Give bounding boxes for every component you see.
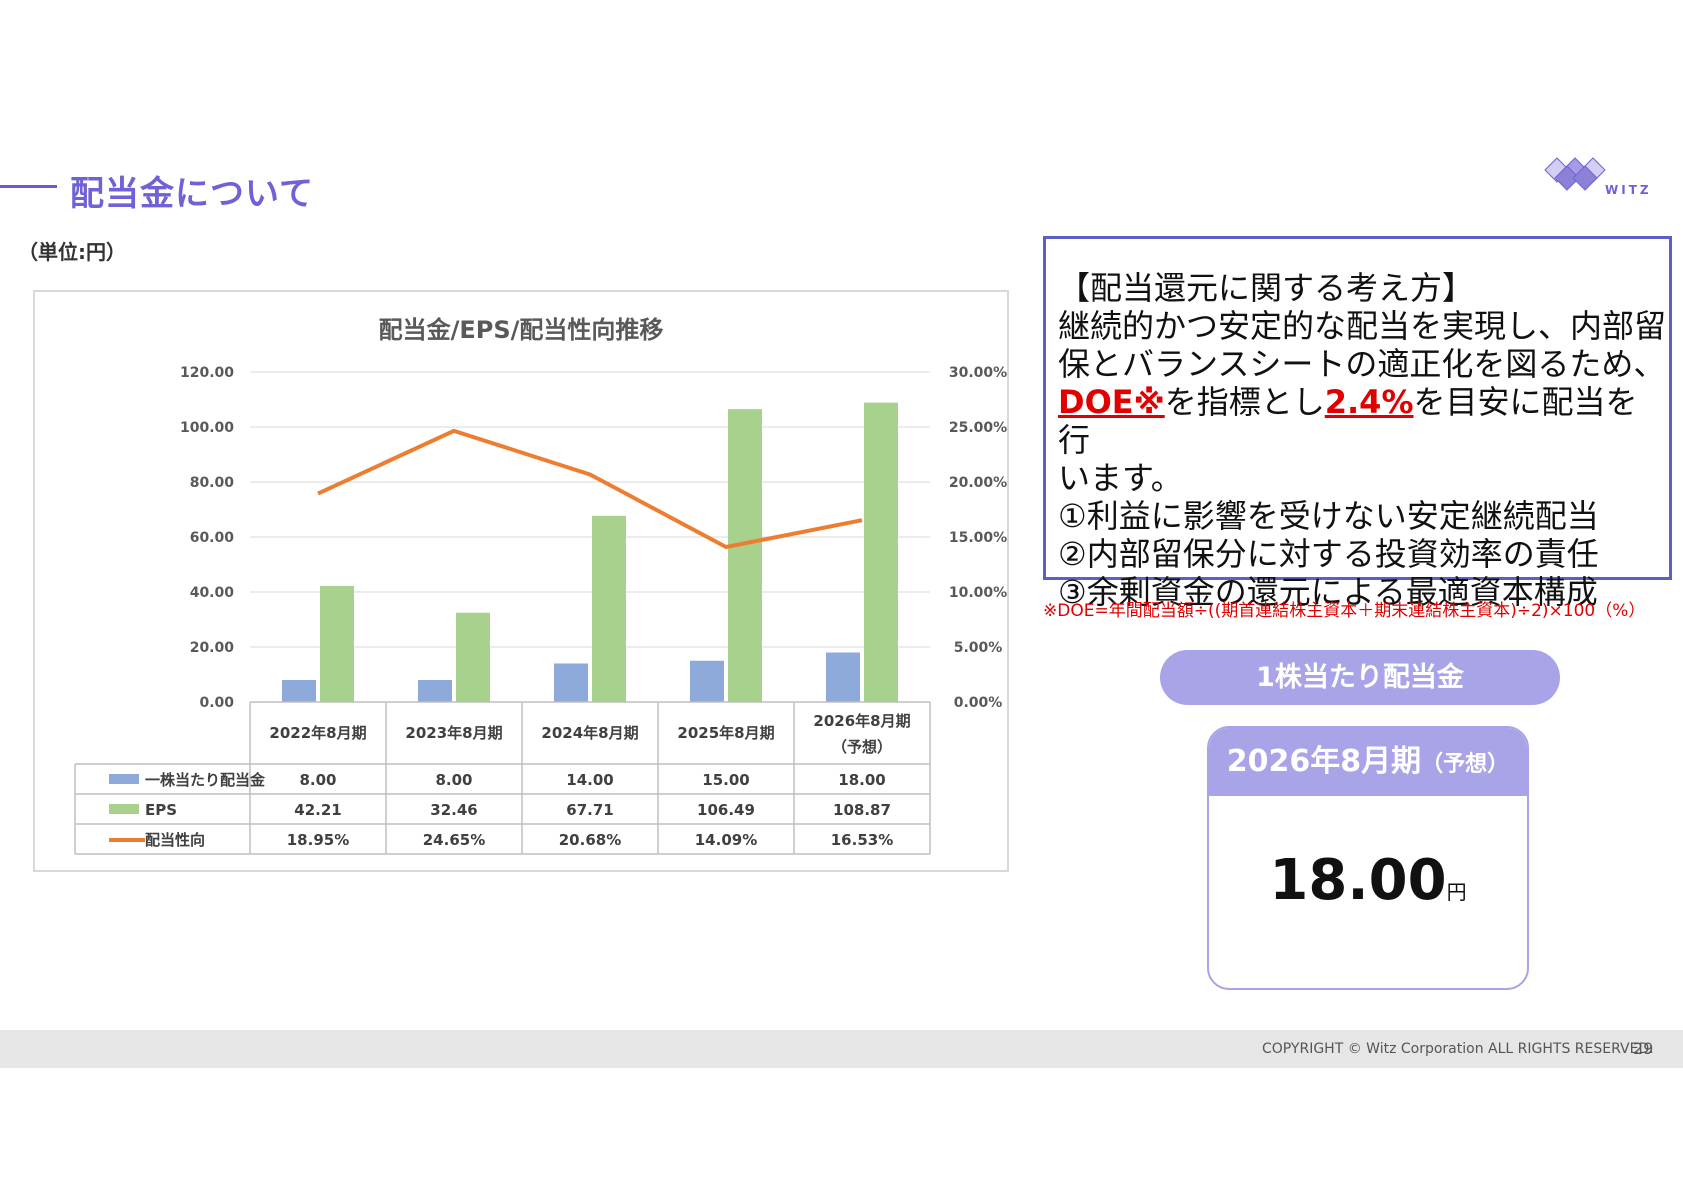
data-label: 15.00 — [702, 771, 749, 789]
copyright: COPYRIGHT © Witz Corporation ALL RIGHTS … — [1262, 1041, 1654, 1057]
eps-bar — [592, 515, 626, 702]
eps-bar — [456, 612, 490, 702]
y-left-tick-label: 80.00 — [190, 475, 235, 491]
forecast-period: 2026年8月期 — [1226, 744, 1422, 779]
legend-label: 一株当たり配当金 — [145, 771, 266, 789]
y-left-tick-label: 40.00 — [190, 585, 235, 601]
y-right-tick-label: 25.00% — [949, 420, 1007, 436]
payout-ratio-line — [317, 428, 863, 550]
doe-term: DOE※ — [1058, 383, 1165, 421]
eps-bar — [728, 409, 762, 702]
data-label: 18.95% — [287, 831, 349, 849]
category-label: 2025年8月期 — [677, 724, 774, 742]
y-left-tick-label: 120.00 — [180, 365, 234, 381]
dividend-bar — [554, 663, 588, 702]
data-label: 24.65% — [423, 831, 485, 849]
data-label: 18.00 — [838, 771, 885, 789]
y-right-tick-label: 10.00% — [949, 585, 1007, 601]
forecast-value: 18.00 — [1269, 848, 1447, 913]
chart-frame: 配当金/EPS/配当性向推移 0.00 20.00 40.00 60.00 80.00 1… — [33, 290, 1009, 872]
category-label: 2026年8月期 — [813, 712, 910, 730]
dividend-bar — [418, 680, 452, 702]
category-label: 2022年8月期 — [269, 724, 366, 742]
y-left-tick-label: 20.00 — [190, 640, 235, 656]
data-label: 20.68% — [559, 831, 621, 849]
forecast-unit: 円 — [1446, 880, 1467, 904]
policy-text: 【配当還元に関する考え方】 継続的かつ安定的な配当を実現し、内部留 保とバランス… — [1058, 269, 1669, 611]
data-label: 16.53% — [831, 831, 893, 849]
title-accent-line — [0, 185, 57, 188]
policy-line: います。 — [1058, 459, 1183, 497]
policy-line-doe: DOE※を指標とし2.4%を目安に配当を行 — [1058, 383, 1669, 459]
policy-line: 保とバランスシートの適正化を図るため、 — [1058, 345, 1666, 383]
policy-heading: 【配当還元に関する考え方】 — [1058, 269, 1475, 307]
eps-bar — [864, 402, 898, 702]
page-number: 29 — [1633, 1039, 1654, 1058]
category-sublabel: （予想） — [832, 738, 892, 756]
forecast-card-header: 2026年8月期（予想） — [1209, 728, 1527, 796]
legend-label: 配当性向 — [145, 831, 205, 849]
dividend-bar — [282, 680, 316, 702]
policy-point-1: ①利益に影響を受けない安定継続配当 — [1058, 497, 1599, 535]
category-label: 2024年8月期 — [541, 724, 638, 742]
data-label: 32.46 — [430, 801, 477, 819]
page-title: 配当金について — [70, 174, 314, 214]
forecast-card: 2026年8月期（予想） 18.00円 — [1207, 726, 1529, 990]
data-label: 42.21 — [294, 801, 341, 819]
data-label: 67.71 — [566, 801, 613, 819]
data-label: 8.00 — [299, 771, 336, 789]
doe-target: 2.4% — [1324, 383, 1414, 421]
legend-label: EPS — [145, 801, 177, 819]
legend-swatch — [109, 774, 139, 784]
combo-chart: 0.00 20.00 40.00 60.00 80.00 100.00 120.00 0.00… — [74, 365, 1007, 855]
policy-point-2: ②内部留保分に対する投資効率の責任 — [1058, 535, 1599, 573]
data-label: 14.09% — [695, 831, 757, 849]
forecast-value-block: 18.00円 — [1209, 848, 1527, 913]
policy-fragment: を指標とし — [1164, 383, 1325, 421]
y-left-tick-label: 0.00 — [199, 695, 234, 711]
forecast-suffix: （予想） — [1421, 752, 1510, 777]
logo-text: WITZ — [1605, 183, 1652, 197]
witz-logo: WITZ — [1544, 157, 1652, 197]
data-label: 108.87 — [833, 801, 891, 819]
y-left-tick-label: 60.00 — [190, 530, 235, 546]
dividend-bar — [690, 660, 724, 702]
policy-line: 継続的かつ安定的な配当を実現し、内部留 — [1058, 307, 1667, 345]
data-label: 14.00 — [566, 771, 613, 789]
data-label: 8.00 — [435, 771, 472, 789]
unit-note: （単位:円） — [18, 240, 126, 264]
dividend-per-share-pill: 1株当たり配当金 — [1160, 650, 1560, 705]
doe-footnote: ※DOE=年間配当額÷((期首連結株主資本＋期末連結株主資本)÷2)×100（%… — [1043, 601, 1646, 621]
y-right-tick-label: 15.00% — [949, 530, 1007, 546]
data-label: 106.49 — [697, 801, 755, 819]
y-right-tick-label: 5.00% — [954, 640, 1003, 656]
dividend-policy-box: 【配当還元に関する考え方】 継続的かつ安定的な配当を実現し、内部留 保とバランス… — [1043, 236, 1672, 611]
eps-bar — [320, 585, 354, 702]
category-label: 2023年8月期 — [405, 724, 502, 742]
dividend-bar — [826, 652, 860, 702]
y-right-tick-label: 0.00% — [954, 695, 1003, 711]
y-right-tick-label: 20.00% — [949, 475, 1007, 491]
legend-swatch — [109, 804, 139, 814]
y-left-tick-label: 100.00 — [180, 420, 234, 436]
y-right-tick-label: 30.00% — [949, 365, 1007, 381]
